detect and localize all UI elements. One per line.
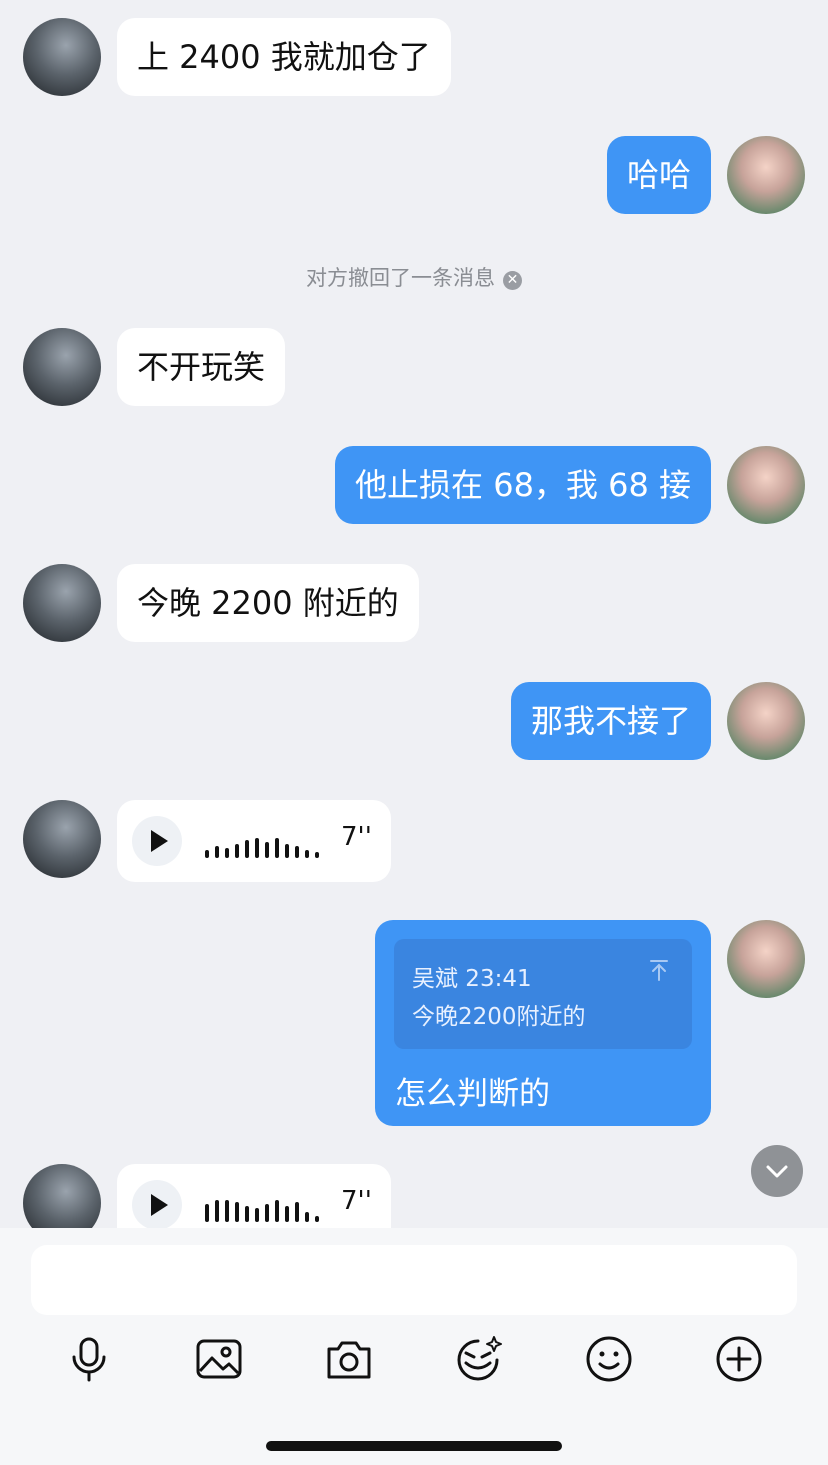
- my-avatar[interactable]: [727, 682, 805, 760]
- contact-avatar[interactable]: [23, 18, 101, 96]
- waveform-icon: [205, 1200, 319, 1222]
- camera-icon[interactable]: [323, 1333, 375, 1385]
- chat-message-list[interactable]: 上 2400 我就加仓了 哈哈 对方撤回了一条消息 ✕ 不开玩笑 他止损在 68，…: [0, 0, 828, 1228]
- message-input[interactable]: [31, 1245, 797, 1315]
- voice-message-bubble[interactable]: 7'': [117, 1164, 391, 1228]
- voice-duration: 7'': [341, 1186, 372, 1216]
- my-avatar[interactable]: [727, 136, 805, 214]
- chevron-down-icon: [766, 1165, 788, 1178]
- my-avatar[interactable]: [727, 446, 805, 524]
- quoted-text: 今晚2200附近的: [412, 1004, 586, 1030]
- play-icon[interactable]: [132, 1180, 182, 1228]
- incoming-message-bubble[interactable]: 上 2400 我就加仓了: [117, 18, 451, 96]
- contact-avatar[interactable]: [23, 1164, 101, 1228]
- home-indicator[interactable]: [266, 1441, 562, 1451]
- jump-to-quote-icon[interactable]: [648, 959, 670, 981]
- reply-text: 怎么判断的: [395, 1076, 550, 1112]
- plus-icon[interactable]: [713, 1333, 765, 1385]
- incoming-message-bubble[interactable]: 今晚 2200 附近的: [117, 564, 419, 642]
- incoming-message-bubble[interactable]: 不开玩笑: [117, 328, 286, 406]
- image-icon[interactable]: [193, 1333, 245, 1385]
- recalled-message-notice: 对方撤回了一条消息 ✕: [0, 262, 828, 292]
- recalled-message-text: 对方撤回了一条消息: [306, 266, 495, 290]
- close-icon: ✕: [503, 271, 522, 290]
- outgoing-message-bubble[interactable]: 那我不接了: [510, 682, 711, 760]
- my-avatar[interactable]: [727, 920, 805, 998]
- voice-message-bubble[interactable]: 7'': [117, 800, 391, 882]
- quote-reply-bubble[interactable]: 吴斌 23:41 今晚2200附近的 怎么判断的: [375, 920, 711, 1126]
- sticker-icon[interactable]: [452, 1333, 504, 1385]
- outgoing-message-bubble[interactable]: 他止损在 68，我 68 接: [335, 446, 711, 524]
- quoted-message[interactable]: 吴斌 23:41 今晚2200附近的: [394, 939, 692, 1049]
- voice-duration: 7'': [341, 822, 372, 852]
- quoted-author-time: 吴斌 23:41: [412, 966, 532, 992]
- scroll-to-bottom-button[interactable]: [751, 1145, 803, 1197]
- contact-avatar[interactable]: [23, 564, 101, 642]
- microphone-icon[interactable]: [63, 1333, 115, 1385]
- contact-avatar[interactable]: [23, 800, 101, 878]
- waveform-icon: [205, 838, 319, 858]
- outgoing-message-bubble[interactable]: 哈哈: [606, 136, 711, 214]
- contact-avatar[interactable]: [23, 328, 101, 406]
- input-area: [0, 1228, 828, 1465]
- play-icon[interactable]: [132, 816, 182, 866]
- emoji-icon[interactable]: [583, 1333, 635, 1385]
